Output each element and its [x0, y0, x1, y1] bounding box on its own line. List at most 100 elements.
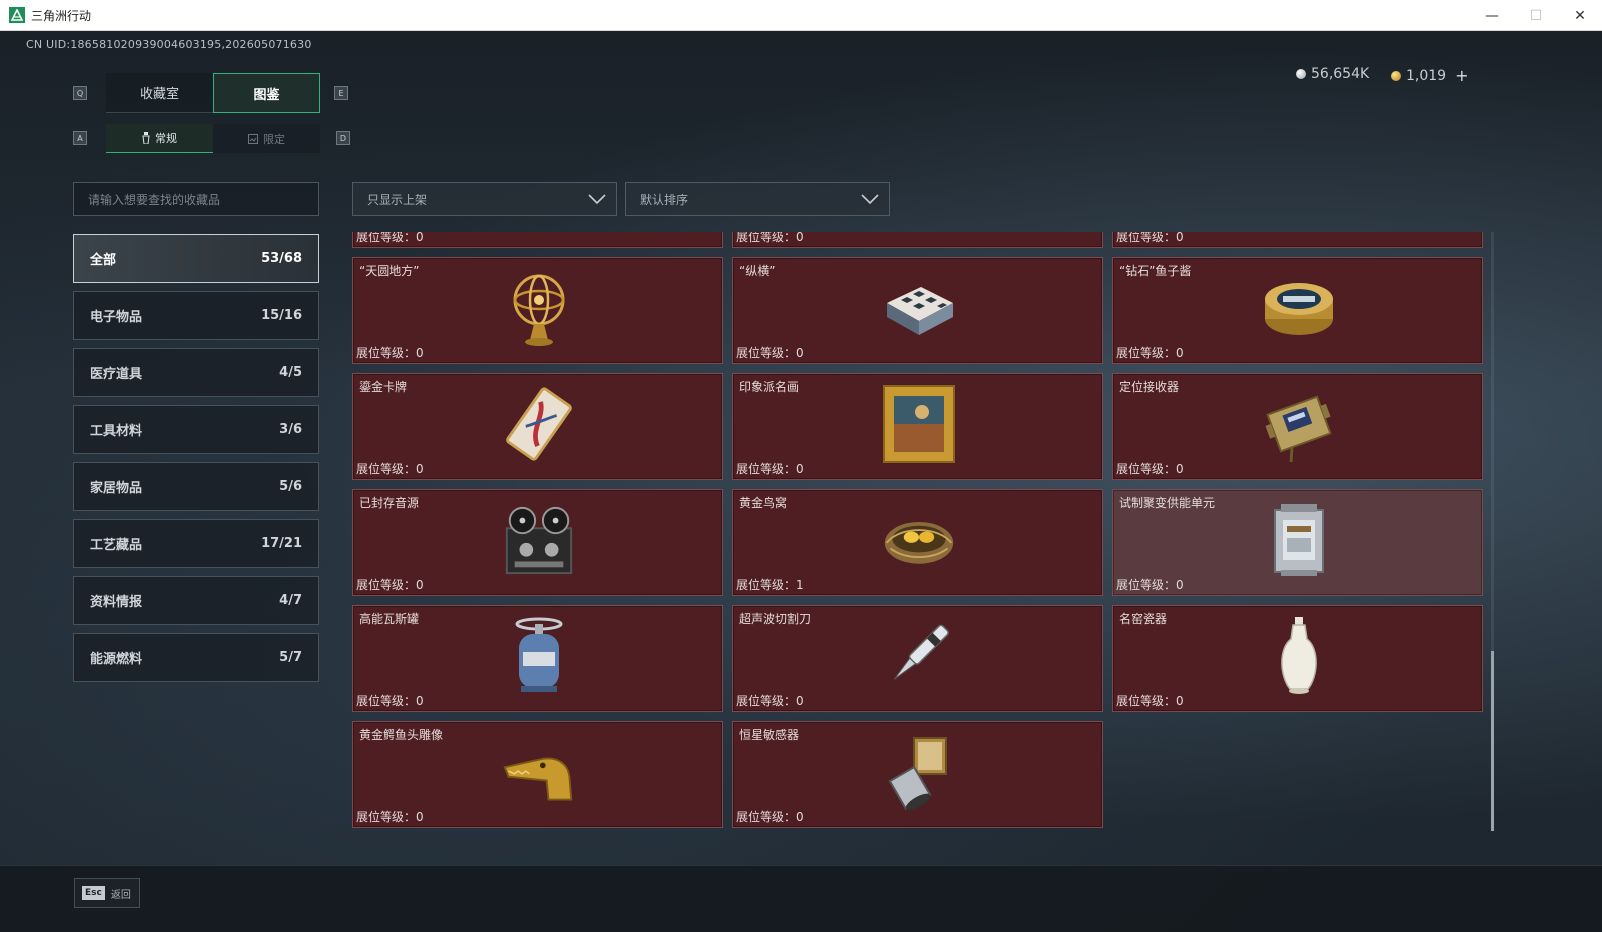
category-all[interactable]: 全部 53/68 — [73, 234, 319, 283]
item-level: 展位等级：0 — [1116, 462, 1184, 476]
category-count: 15/16 — [261, 308, 302, 323]
sort-dropdown[interactable]: 默认排序 — [625, 182, 890, 216]
category-tools[interactable]: 工具材料 3/6 — [73, 405, 319, 454]
item-card-partial[interactable]: 展位等级：0 — [732, 232, 1103, 248]
maximize-button[interactable]: ☐ — [1514, 0, 1558, 31]
category-count: 3/6 — [279, 422, 302, 437]
armillary-sphere-icon — [501, 268, 577, 348]
category-count: 5/6 — [279, 479, 302, 494]
item-card[interactable]: 黄金鸟窝 展位等级：1 — [732, 489, 1103, 596]
category-label: 资料情报 — [90, 595, 143, 610]
item-name: 定位接收器 — [1119, 380, 1180, 394]
item-level: 展位等级：0 — [1116, 578, 1184, 592]
category-crafts[interactable]: 工艺藏品 17/21 — [73, 519, 319, 568]
item-name: “天圆地方” — [359, 264, 420, 278]
item-card-partial[interactable]: 展位等级：0 — [1112, 232, 1483, 248]
item-card[interactable]: 试制聚变供能单元 展位等级：0 — [1112, 489, 1483, 596]
locator-receiver-icon — [1261, 384, 1337, 464]
subtab-regular[interactable]: 常规 — [106, 124, 213, 153]
item-level: 展位等级：0 — [356, 578, 424, 592]
porcelain-vase-icon — [1261, 616, 1337, 696]
item-name: 恒星敏感器 — [739, 728, 800, 742]
item-level: 展位等级：0 — [736, 810, 804, 824]
item-card[interactable]: “钻石”鱼子酱 展位等级：0 — [1112, 257, 1483, 364]
window-title: 三角洲行动 — [31, 8, 92, 23]
app-logo-icon — [9, 7, 25, 23]
display-filter-dropdown[interactable]: 只显示上架 — [352, 182, 617, 216]
category-label: 工艺藏品 — [90, 538, 143, 553]
minimize-button[interactable]: — — [1470, 0, 1514, 31]
category-count: 4/7 — [279, 593, 302, 608]
category-label: 医疗道具 — [90, 367, 143, 382]
item-name: 试制聚变供能单元 — [1119, 496, 1216, 510]
esc-key-hint: Esc — [82, 886, 105, 900]
category-intel[interactable]: 资料情报 4/7 — [73, 576, 319, 625]
item-level: 展位等级：0 — [356, 232, 424, 244]
framed-painting-icon — [881, 384, 957, 464]
item-name: “纵横” — [739, 264, 776, 278]
item-level: 展位等级：0 — [736, 232, 804, 244]
category-count: 17/21 — [261, 536, 302, 551]
item-name: 超声波切割刀 — [739, 612, 812, 626]
silver-currency: 56,654K — [1296, 66, 1369, 82]
star-sensor-icon — [881, 732, 957, 812]
category-electronics[interactable]: 电子物品 15/16 — [73, 291, 319, 340]
item-card[interactable]: 已封存音源 展位等级：0 — [352, 489, 723, 596]
category-count: 5/7 — [279, 650, 302, 665]
item-name: 已封存音源 — [359, 496, 420, 510]
subtab-limited-label: 限定 — [263, 132, 285, 146]
item-level: 展位等级：0 — [736, 462, 804, 476]
item-name: 鎏金卡牌 — [359, 380, 408, 394]
search-input[interactable]: 请输入想要查找的收藏品 — [73, 182, 319, 216]
tab-catalog[interactable]: 图鉴 — [213, 73, 320, 113]
item-card[interactable]: 恒星敏感器 展位等级：0 — [732, 721, 1103, 828]
limited-icon — [248, 133, 258, 144]
item-card[interactable]: 超声波切割刀 展位等级：0 — [732, 605, 1103, 712]
back-label: 返回 — [110, 889, 131, 901]
category-label: 工具材料 — [90, 424, 143, 439]
golden-nest-icon — [881, 500, 957, 580]
category-energy[interactable]: 能源燃料 5/7 — [73, 633, 319, 682]
item-name: 名窑瓷器 — [1119, 612, 1168, 626]
key-hint-q: Q — [73, 86, 87, 100]
uid-text: CN UID:18658102093900460319​5,2026050716… — [26, 38, 312, 51]
item-card[interactable]: “纵横” 展位等级：0 — [732, 257, 1103, 364]
subtab-regular-label: 常规 — [155, 132, 177, 145]
item-level: 展位等级：0 — [356, 810, 424, 824]
gold-currency: 1,019 + — [1391, 66, 1469, 85]
item-card[interactable]: 黄金鳄鱼头雕像 展位等级：0 — [352, 721, 723, 828]
tab-collection-room[interactable]: 收藏室 — [106, 73, 213, 113]
category-household[interactable]: 家居物品 5/6 — [73, 462, 319, 511]
back-button[interactable]: Esc 返回 — [74, 878, 140, 908]
item-card[interactable]: 定位接收器 展位等级：0 — [1112, 373, 1483, 480]
chevron-down-icon — [588, 194, 606, 205]
item-level: 展位等级：0 — [356, 694, 424, 708]
game-stage: CN UID:18658102093900460319​5,2026050716… — [0, 31, 1602, 932]
item-card-partial[interactable]: 展位等级：0 — [352, 232, 723, 248]
item-level: 展位等级：0 — [1116, 694, 1184, 708]
crocodile-statue-icon — [501, 732, 577, 812]
ultrasonic-knife-icon — [881, 616, 957, 696]
item-name: 黄金鸟窝 — [739, 496, 788, 510]
gilded-card-icon — [501, 384, 577, 464]
gold-coin-icon — [1391, 70, 1401, 81]
item-card[interactable]: 鎏金卡牌 展位等级：0 — [352, 373, 723, 480]
subtab-limited[interactable]: 限定 — [213, 124, 320, 153]
item-card[interactable]: 名窑瓷器 展位等级：0 — [1112, 605, 1483, 712]
grid-scrollbar-thumb[interactable] — [1491, 651, 1494, 831]
item-card[interactable]: 印象派名画 展位等级：0 — [732, 373, 1103, 480]
category-medical[interactable]: 医疗道具 4/5 — [73, 348, 319, 397]
gold-amount: 1,019 — [1406, 67, 1447, 84]
bottom-bar: Esc 返回 — [0, 865, 1602, 932]
category-label: 电子物品 — [90, 310, 143, 325]
add-currency-button[interactable]: + — [1455, 66, 1468, 85]
item-level: 展位等级：0 — [356, 462, 424, 476]
item-name: “钻石”鱼子酱 — [1119, 264, 1192, 278]
silver-coin-icon — [1296, 69, 1306, 79]
item-level: 展位等级：0 — [736, 346, 804, 360]
item-card[interactable]: “天圆地方” 展位等级：0 — [352, 257, 723, 364]
display-filter-value: 只显示上架 — [367, 192, 428, 207]
fusion-cell-icon — [1261, 500, 1337, 580]
item-card[interactable]: 高能瓦斯罐 展位等级：0 — [352, 605, 723, 712]
close-button[interactable]: ✕ — [1558, 0, 1602, 31]
